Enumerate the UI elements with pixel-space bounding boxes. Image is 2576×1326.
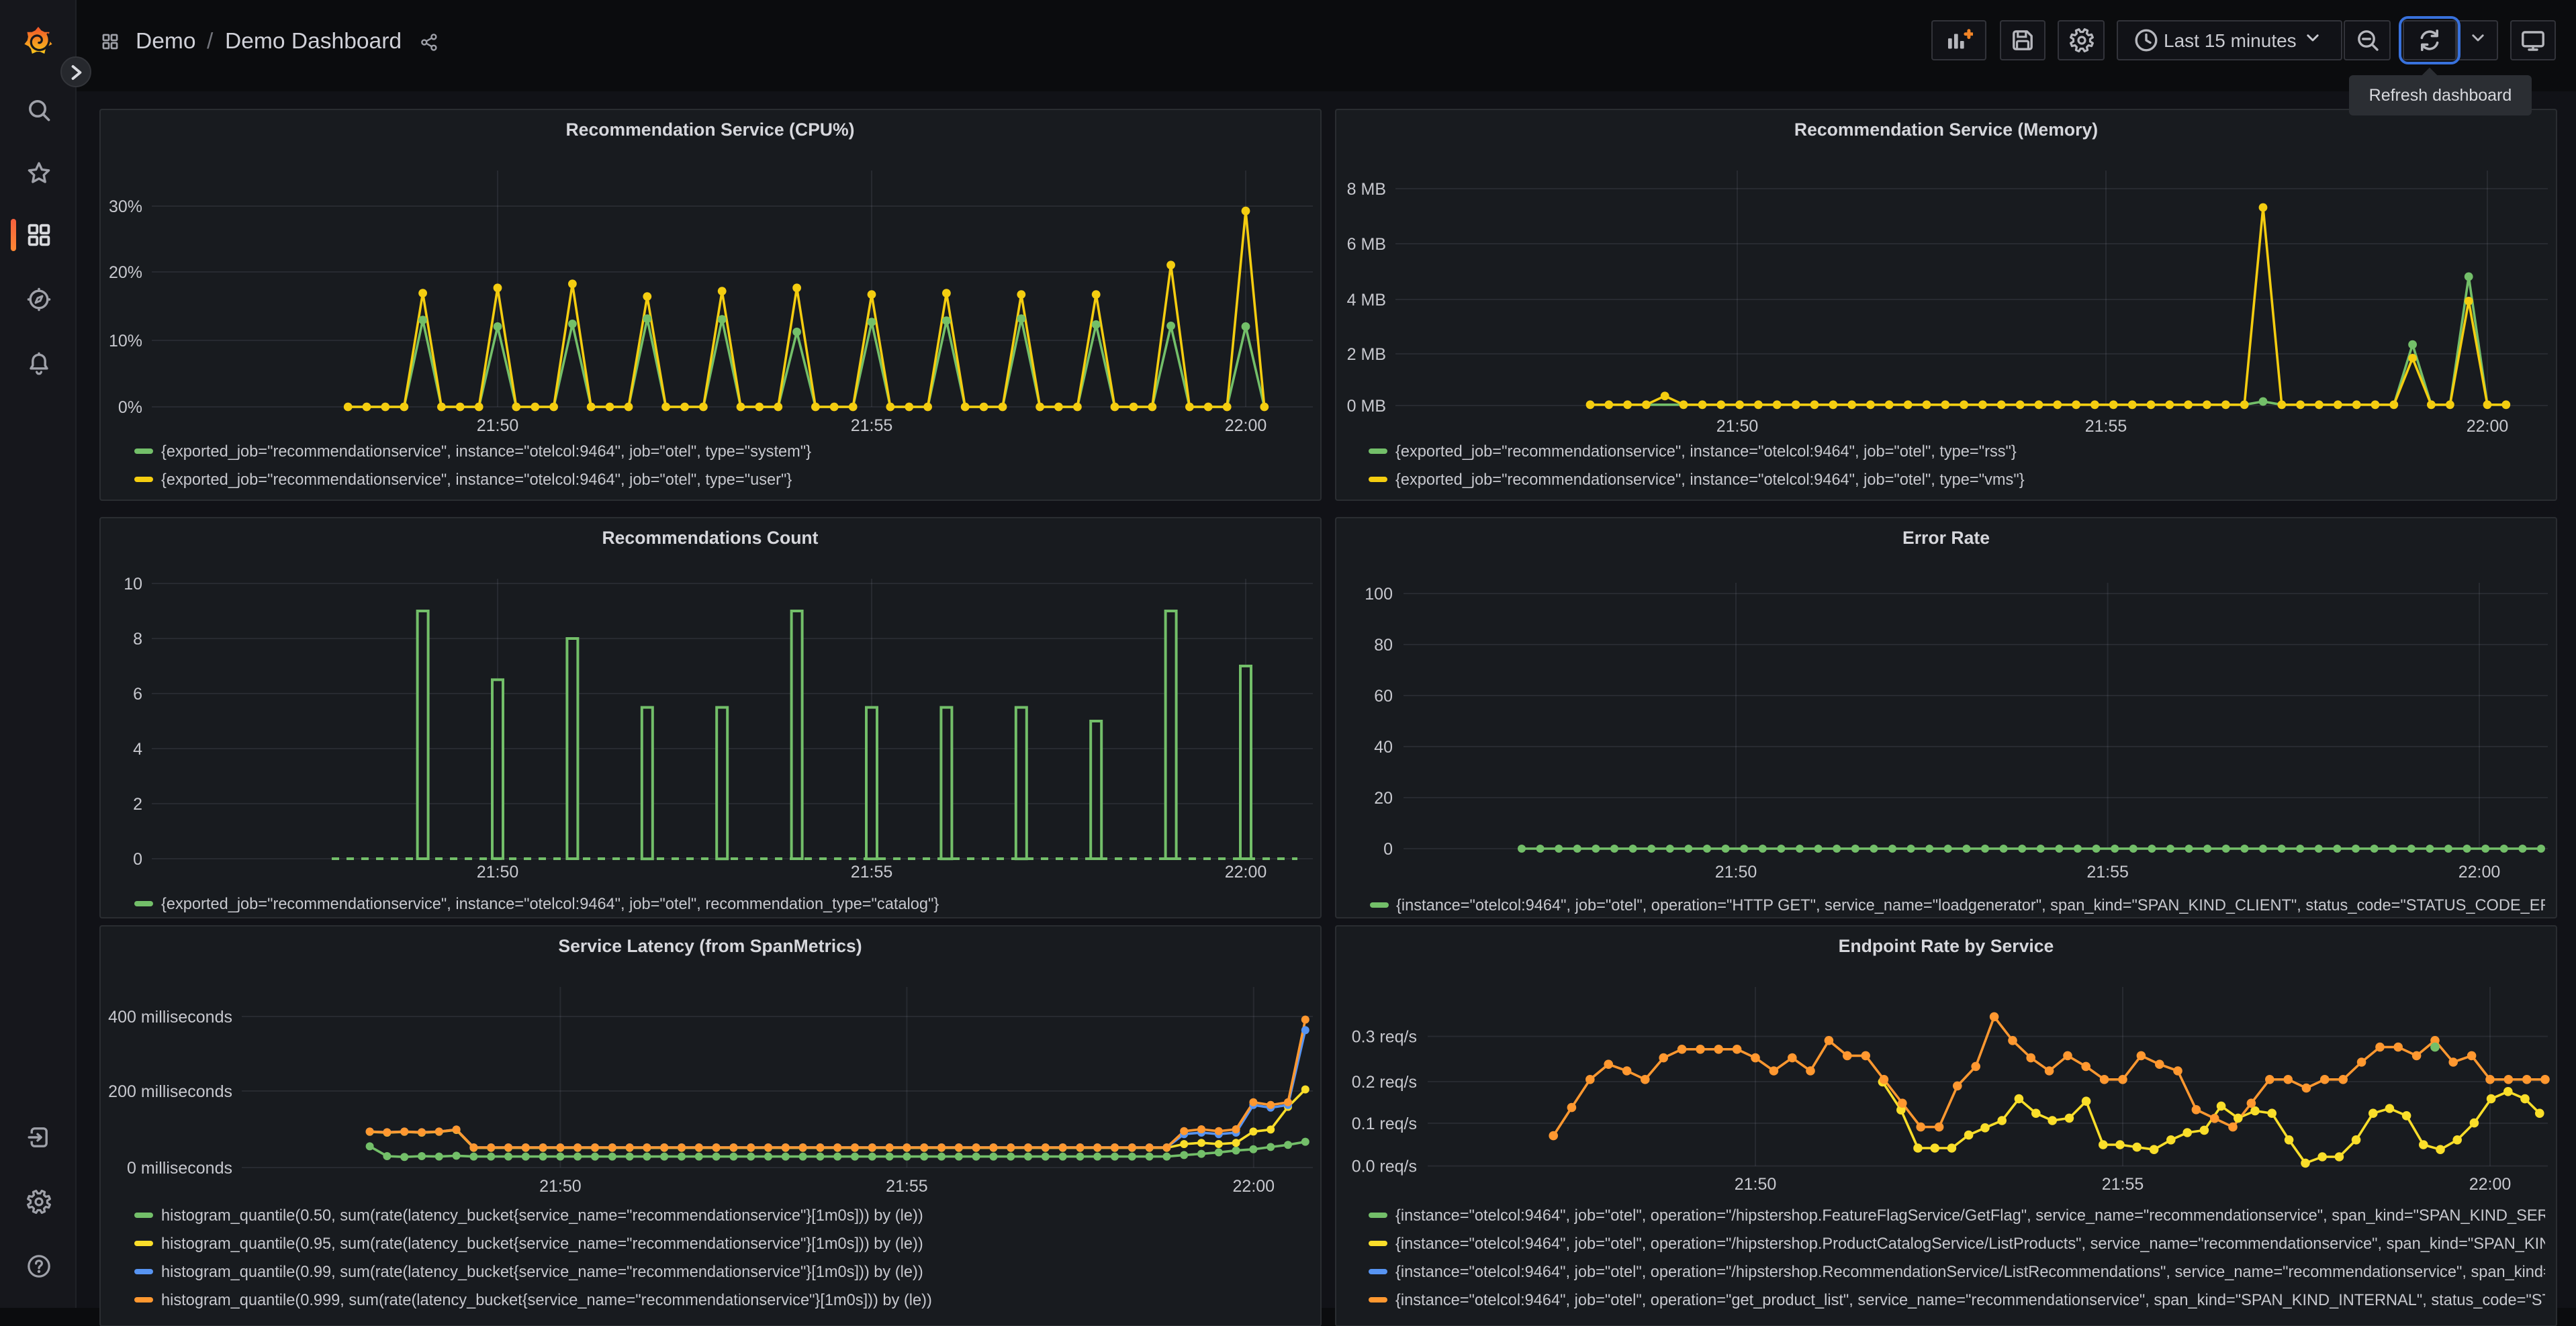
svg-text:21:55: 21:55 [850, 416, 892, 434]
svg-text:22:00: 22:00 [1232, 1176, 1275, 1195]
svg-text:22:00: 22:00 [1224, 863, 1267, 882]
svg-text:21:50: 21:50 [1735, 1174, 1777, 1193]
svg-text:60: 60 [1374, 687, 1393, 706]
svg-text:0 MB: 0 MB [1347, 396, 1386, 415]
svg-text:4: 4 [132, 740, 142, 759]
svg-text:4 MB: 4 MB [1347, 290, 1386, 309]
svg-text:0: 0 [1383, 840, 1393, 859]
svg-text:6 MB: 6 MB [1347, 234, 1386, 253]
svg-text:400 milliseconds: 400 milliseconds [107, 1007, 232, 1026]
svg-text:21:55: 21:55 [850, 863, 892, 882]
svg-text:21:50: 21:50 [476, 416, 518, 434]
svg-text:22:00: 22:00 [2467, 416, 2509, 435]
svg-text:8 MB: 8 MB [1347, 179, 1386, 198]
svg-text:21:55: 21:55 [885, 1176, 927, 1195]
svg-text:21:50: 21:50 [476, 863, 518, 882]
svg-text:21:50: 21:50 [1716, 416, 1759, 435]
svg-text:22:00: 22:00 [1224, 416, 1267, 434]
svg-text:0.2 req/s: 0.2 req/s [1352, 1072, 1417, 1091]
svg-text:21:55: 21:55 [2085, 416, 2127, 435]
svg-text:8: 8 [132, 630, 142, 649]
svg-text:10%: 10% [108, 331, 142, 350]
svg-text:10: 10 [123, 575, 142, 594]
svg-text:21:55: 21:55 [2086, 863, 2129, 882]
svg-text:0.3 req/s: 0.3 req/s [1352, 1027, 1417, 1046]
svg-text:200 milliseconds: 200 milliseconds [107, 1082, 232, 1100]
svg-text:0: 0 [132, 850, 142, 869]
svg-text:2 MB: 2 MB [1347, 344, 1386, 363]
svg-text:30%: 30% [108, 197, 142, 216]
svg-text:0%: 0% [118, 397, 142, 416]
svg-text:21:50: 21:50 [1715, 863, 1757, 882]
svg-text:100: 100 [1365, 585, 1393, 604]
svg-text:6: 6 [132, 685, 142, 704]
svg-text:21:55: 21:55 [2102, 1174, 2144, 1193]
svg-text:20%: 20% [108, 263, 142, 281]
svg-text:21:50: 21:50 [539, 1176, 581, 1195]
svg-text:80: 80 [1374, 636, 1393, 655]
svg-text:40: 40 [1374, 738, 1393, 757]
svg-text:0 milliseconds: 0 milliseconds [126, 1158, 232, 1177]
svg-text:20: 20 [1374, 789, 1393, 808]
svg-text:22:00: 22:00 [2469, 1174, 2512, 1193]
svg-text:2: 2 [132, 795, 142, 814]
svg-text:0.1 req/s: 0.1 req/s [1352, 1114, 1417, 1133]
svg-text:22:00: 22:00 [2458, 863, 2501, 882]
svg-text:0.0 req/s: 0.0 req/s [1352, 1157, 1417, 1176]
